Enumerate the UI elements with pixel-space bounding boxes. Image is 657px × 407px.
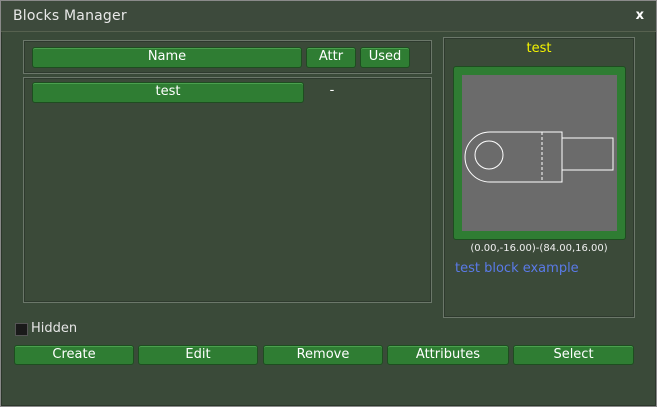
block-row-name[interactable]: test [32, 82, 304, 103]
preview-bounds: (0.00,-16.00)-(84.00,16.00) [470, 243, 608, 254]
attributes-button[interactable]: Attributes [387, 345, 509, 365]
blocks-manager-dialog: Blocks Manager x Name Attr Used test - t… [0, 0, 657, 407]
preview-description: test block example [455, 261, 579, 276]
remove-button[interactable]: Remove [263, 345, 383, 365]
blocks-list[interactable] [23, 77, 432, 303]
block-preview-canvas [462, 75, 617, 231]
preview-frame [453, 66, 626, 240]
title-bar[interactable]: Blocks Manager x [1, 1, 656, 32]
create-button[interactable]: Create [14, 345, 134, 365]
block-row-used: - [329, 83, 335, 98]
hidden-checkbox-label: Hidden [31, 321, 78, 336]
close-button[interactable]: x [636, 8, 644, 23]
block-preview-drawing [464, 131, 614, 183]
name-column-header[interactable]: Name [32, 47, 302, 68]
hidden-checkbox[interactable] [15, 323, 28, 336]
dialog-title: Blocks Manager [13, 8, 127, 24]
attr-column-header[interactable]: Attr [306, 47, 356, 68]
select-button[interactable]: Select [513, 345, 634, 365]
used-column-header[interactable]: Used [360, 47, 410, 68]
preview-block-name: test [526, 41, 552, 56]
edit-button[interactable]: Edit [138, 345, 258, 365]
